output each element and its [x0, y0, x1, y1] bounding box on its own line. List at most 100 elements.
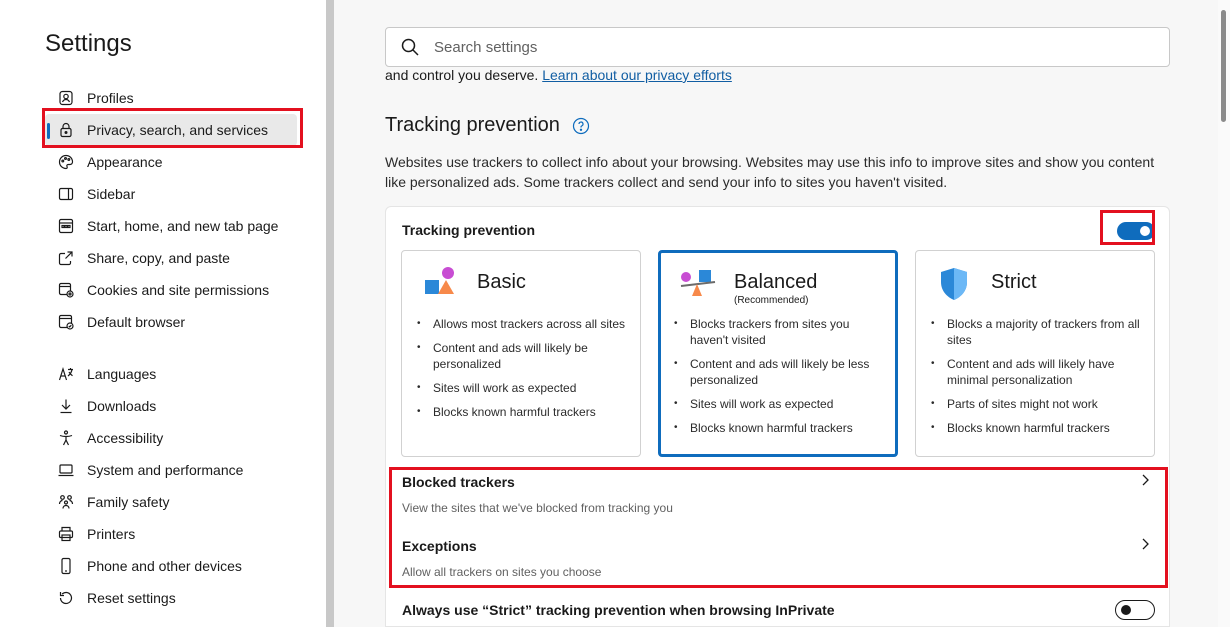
sidebar-item-family[interactable]: Family safety — [45, 486, 297, 518]
sidebar-item-start-home[interactable]: Start, home, and new tab page — [45, 210, 297, 242]
level-name: Balanced — [734, 271, 818, 293]
row-title: Blocked trackers — [402, 474, 515, 490]
sidebar-item-privacy[interactable]: Privacy, search, and services — [45, 114, 297, 146]
basic-shapes-icon — [420, 266, 460, 302]
level-bullets: Blocks a majority of trackers from all s… — [930, 316, 1145, 444]
sidebar-item-reset[interactable]: Reset settings — [45, 582, 297, 614]
row-title: Always use “Strict” tracking prevention … — [402, 602, 835, 618]
sidebar-item-label: Cookies and site permissions — [87, 282, 270, 298]
sidebar-title: Settings — [45, 30, 132, 57]
help-icon[interactable] — [572, 117, 590, 135]
sidebar-item-profiles[interactable]: Profiles — [45, 82, 297, 114]
main-scrollbar[interactable] — [1218, 0, 1230, 627]
level-bullet: Sites will work as expected — [416, 380, 631, 396]
laptop-icon — [45, 454, 87, 486]
family-icon — [45, 486, 87, 518]
level-bullet: Content and ads will likely have minimal… — [930, 356, 1145, 388]
level-name: Strict — [991, 271, 1037, 293]
tracking-prevention-toggle[interactable] — [1117, 222, 1155, 240]
sidebar-item-phone[interactable]: Phone and other devices — [45, 550, 297, 582]
tracking-prevention-card: Tracking prevention Basic Allows most tr… — [385, 206, 1170, 627]
sidebar-item-cookies[interactable]: Cookies and site permissions — [45, 274, 297, 306]
sidebar-item-label: Default browser — [87, 314, 186, 330]
sidebar-item-label: Reset settings — [87, 590, 176, 606]
sidebar-item-appearance[interactable]: Appearance — [45, 146, 297, 178]
download-icon — [45, 390, 87, 422]
level-bullets: Blocks trackers from sites you haven't v… — [673, 316, 888, 444]
toggle-knob — [1140, 226, 1150, 236]
sidebar-item-accessibility[interactable]: Accessibility — [45, 422, 297, 454]
row-title: Exceptions — [402, 538, 477, 554]
level-bullet: Blocks known harmful trackers — [673, 420, 888, 436]
recommended-label: (Recommended) — [734, 295, 809, 306]
level-bullet: Blocks known harmful trackers — [930, 420, 1145, 436]
search-input[interactable] — [434, 38, 1134, 56]
privacy-intro-prefix: and control you deserve. — [385, 67, 539, 83]
level-bullet: Blocks trackers from sites you haven't v… — [673, 316, 888, 348]
browser-icon — [45, 306, 87, 338]
scrollbar-thumb[interactable] — [1221, 10, 1226, 122]
sidebar-item-sidebar[interactable]: Sidebar — [45, 178, 297, 210]
sidebar-item-label: Accessibility — [87, 430, 164, 446]
share-icon — [45, 242, 87, 274]
level-bullets: Allows most trackers across all sites Co… — [416, 316, 631, 428]
level-card-strict[interactable]: Strict Blocks a majority of trackers fro… — [915, 250, 1155, 457]
sidebar-icon — [45, 178, 87, 210]
level-bullet: Blocks a majority of trackers from all s… — [930, 316, 1145, 348]
sidebar-item-share[interactable]: Share, copy, and paste — [45, 242, 297, 274]
sidebar-item-label: Downloads — [87, 398, 157, 414]
tracking-section-header: Tracking prevention — [385, 114, 590, 137]
search-icon — [386, 37, 434, 57]
home-grid-icon — [45, 210, 87, 242]
level-bullet: Blocks known harmful trackers — [416, 404, 631, 420]
card-title: Tracking prevention — [402, 222, 536, 238]
toggle-knob — [1121, 605, 1131, 615]
sidebar-item-label: Family safety — [87, 494, 170, 510]
sidebar-item-downloads[interactable]: Downloads — [45, 390, 297, 422]
row-subtitle: View the sites that we've blocked from t… — [402, 501, 673, 515]
sidebar-item-label: Start, home, and new tab page — [87, 218, 279, 234]
settings-sidebar: Settings Profiles Privacy, search, and s… — [0, 0, 326, 627]
balanced-scale-icon — [677, 266, 717, 302]
exceptions-row[interactable]: Exceptions Allow all trackers on sites y… — [386, 529, 1169, 589]
inprivate-strict-toggle[interactable] — [1115, 600, 1155, 620]
privacy-intro-text: and control you deserve. Learn about our… — [385, 67, 732, 83]
row-subtitle: Allow all trackers on sites you choose — [402, 565, 602, 579]
level-bullet: Sites will work as expected — [673, 396, 888, 412]
sidebar-item-label: Printers — [87, 526, 136, 542]
level-bullet: Content and ads will likely be less pers… — [673, 356, 888, 388]
sidebar-item-system[interactable]: System and performance — [45, 454, 297, 486]
lock-icon — [45, 114, 87, 146]
section-title: Tracking prevention — [385, 114, 560, 136]
palette-icon — [45, 146, 87, 178]
sidebar-item-printers[interactable]: Printers — [45, 518, 297, 550]
level-name: Basic — [477, 271, 526, 293]
shield-icon — [934, 266, 974, 302]
sidebar-item-label: Appearance — [87, 154, 163, 170]
sidebar-item-label: Sidebar — [87, 186, 136, 202]
inprivate-strict-row: Always use “Strict” tracking prevention … — [386, 595, 1169, 625]
sidebar-item-label: Languages — [87, 366, 157, 382]
level-bullet: Allows most trackers across all sites — [416, 316, 631, 332]
sidebar-item-languages[interactable]: Languages — [45, 358, 297, 390]
blocked-trackers-row[interactable]: Blocked trackers View the sites that we'… — [386, 465, 1169, 525]
level-bullet: Content and ads will likely be personali… — [416, 340, 631, 372]
search-box[interactable] — [385, 27, 1170, 67]
profile-icon — [45, 82, 87, 114]
section-description: Websites use trackers to collect info ab… — [385, 154, 1155, 190]
chevron-right-icon — [1138, 473, 1152, 492]
sidebar-item-default-browser[interactable]: Default browser — [45, 306, 297, 338]
cookies-icon — [45, 274, 87, 306]
printer-icon — [45, 518, 87, 550]
privacy-efforts-link[interactable]: Learn about our privacy efforts — [542, 67, 732, 83]
sidebar-splitter[interactable] — [326, 0, 334, 627]
sidebar-item-label: System and performance — [87, 462, 244, 478]
accessibility-icon — [45, 422, 87, 454]
sidebar-item-label: Phone and other devices — [87, 558, 242, 574]
reset-icon — [45, 582, 87, 614]
level-card-basic[interactable]: Basic Allows most trackers across all si… — [401, 250, 641, 457]
chevron-right-icon — [1138, 537, 1152, 556]
level-card-balanced[interactable]: Balanced (Recommended) Blocks trackers f… — [658, 250, 898, 457]
sidebar-item-label: Privacy, search, and services — [87, 122, 269, 138]
level-bullet: Parts of sites might not work — [930, 396, 1145, 412]
